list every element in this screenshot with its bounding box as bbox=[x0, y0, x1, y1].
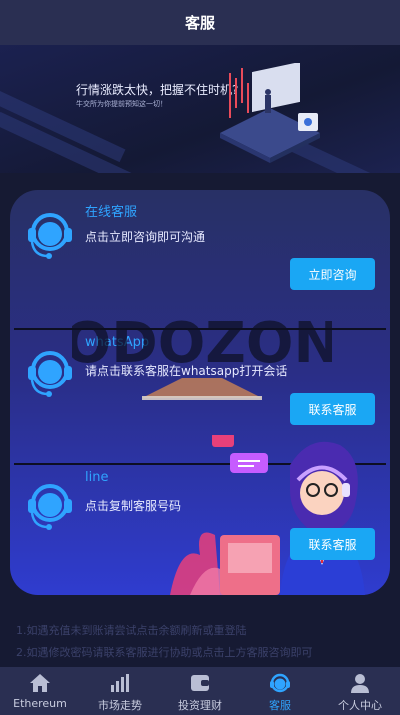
tab-label: 市场走势 bbox=[98, 699, 142, 712]
service-online: 在线客服 点击立即咨询即可沟通 立即咨询 bbox=[10, 190, 390, 325]
page-title: 客服 bbox=[184, 14, 215, 32]
watermark-logo: ODOZON bbox=[72, 311, 332, 400]
service-line: line 点击复制客服号码 联系客服 bbox=[10, 435, 390, 595]
consult-now-button[interactable]: 立即咨询 bbox=[290, 258, 375, 290]
tab-label: 客服 bbox=[269, 699, 291, 712]
watermark-text: ODOZON bbox=[72, 311, 332, 376]
service-desc: 点击复制客服号码 bbox=[85, 499, 182, 513]
headset-agent-icon bbox=[28, 351, 72, 397]
note-line: 2.如遇修改密码请联系客服进行协助或点击上方客服咨询即可 bbox=[16, 646, 313, 659]
page-header: 客服 bbox=[0, 0, 400, 45]
tab-home[interactable]: Ethereum bbox=[0, 667, 80, 715]
help-notes: 1.如遇充值未到账请尝试点击余额刷新或重登陆 2.如遇修改密码请联系客服进行协助… bbox=[16, 620, 313, 664]
note-line: 1.如遇充值未到账请尝试点击余额刷新或重登陆 bbox=[16, 624, 247, 637]
wallet-icon bbox=[187, 671, 213, 695]
tab-profile[interactable]: 个人中心 bbox=[320, 667, 400, 715]
headset-agent-icon bbox=[28, 213, 72, 259]
cartoon-agent-illustration bbox=[170, 435, 365, 595]
tab-label: 投资理财 bbox=[178, 699, 222, 712]
home-icon bbox=[27, 671, 53, 695]
tab-label: 个人中心 bbox=[338, 699, 382, 712]
trading-illustration bbox=[220, 63, 320, 163]
banner-subline: 牛交所为你提前预知这一切！ bbox=[76, 100, 167, 108]
headset-agent-icon bbox=[28, 484, 72, 530]
service-title: 在线客服 bbox=[85, 205, 138, 220]
tab-label: Ethereum bbox=[13, 697, 67, 710]
tab-customer-service[interactable]: 客服 bbox=[240, 667, 320, 715]
headset-icon bbox=[267, 671, 293, 695]
tab-market-trend[interactable]: 市场走势 bbox=[80, 667, 160, 715]
tab-investment[interactable]: 投资理财 bbox=[160, 667, 240, 715]
bottom-tab-bar: Ethereum 市场走势 投资理财 客服 个人中心 bbox=[0, 667, 400, 715]
service-title: line bbox=[85, 470, 109, 485]
user-icon bbox=[347, 671, 373, 695]
bar-chart-icon bbox=[107, 671, 133, 695]
service-desc: 点击立即咨询即可沟通 bbox=[85, 230, 206, 244]
line-contact-button[interactable]: 联系客服 bbox=[290, 528, 375, 560]
promo-banner: 行情涨跌太快，把握不住时机? 牛交所为你提前预知这一切！ bbox=[0, 45, 400, 173]
